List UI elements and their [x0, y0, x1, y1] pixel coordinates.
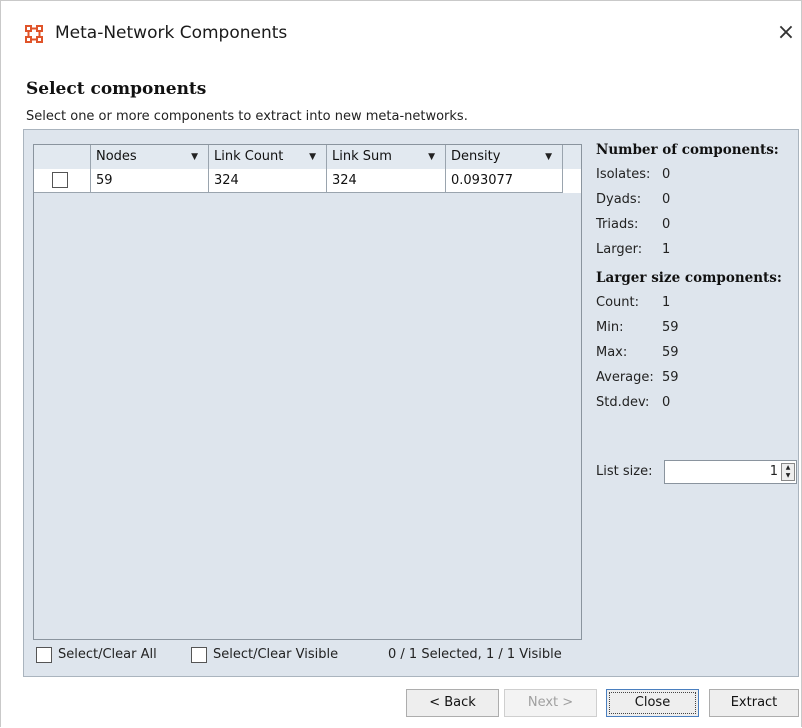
sort-arrow-icon[interactable]: ▼ [309, 145, 316, 169]
back-button[interactable]: < Back [406, 689, 499, 717]
stat-value: 59 [662, 320, 679, 335]
stat-max: Max: 59 [596, 345, 679, 360]
select-all-label[interactable]: Select/Clear All [58, 644, 157, 666]
cell-link-count: 324 [209, 169, 327, 193]
column-header-link-sum[interactable]: Link Sum ▼ [327, 145, 446, 169]
column-header-nodes[interactable]: Nodes ▼ [91, 145, 209, 169]
larger-components-heading: Larger size components: [596, 270, 782, 286]
stat-label: Count: [596, 295, 639, 310]
select-visible-checkbox[interactable] [191, 647, 207, 663]
dialog-window: Meta-Network Components × Select compone… [0, 0, 802, 728]
components-table[interactable]: Nodes ▼ Link Count ▼ Link Sum ▼ Density … [33, 144, 582, 640]
stat-value: 0 [662, 192, 671, 207]
stat-stddev: Std.dev: 0 [596, 395, 670, 410]
stat-label: Triads: [596, 217, 639, 232]
dialog-content: Select components Select one or more com… [1, 65, 801, 685]
title-bar: Meta-Network Components × [1, 1, 801, 65]
components-panel: Nodes ▼ Link Count ▼ Link Sum ▼ Density … [23, 129, 799, 677]
network-grid-icon [25, 25, 43, 43]
column-header-density[interactable]: Density ▼ [446, 145, 563, 169]
close-button[interactable]: Close [606, 689, 699, 717]
list-size-spinner[interactable]: 1 ▲ ▼ [664, 460, 797, 484]
column-header-label: Link Count [214, 149, 284, 164]
stat-average: Average: 59 [596, 370, 679, 385]
page-title: Select components [26, 79, 207, 99]
cell-link-sum: 324 [327, 169, 446, 193]
cell-nodes: 59 [91, 169, 209, 193]
stat-value: 0 [662, 217, 671, 232]
list-size-value[interactable]: 1 [770, 461, 778, 483]
components-heading: Number of components: [596, 142, 779, 158]
cell-density: 0.093077 [446, 169, 563, 193]
list-size-label: List size: [596, 464, 653, 479]
stat-isolates: Isolates: 0 [596, 167, 670, 182]
stat-value: 0 [662, 395, 671, 410]
sort-arrow-icon[interactable]: ▼ [428, 145, 435, 169]
spinner-arrows-icon[interactable]: ▲ ▼ [781, 463, 795, 481]
table-footer: Select/Clear All Select/Clear Visible 0 … [33, 644, 793, 668]
stat-larger: Larger: 1 [596, 242, 670, 257]
extract-button[interactable]: Extract [709, 689, 799, 717]
stat-label: Isolates: [596, 167, 651, 182]
stat-label: Larger: [596, 242, 643, 257]
stat-dyads: Dyads: 0 [596, 192, 670, 207]
page-subtitle: Select one or more components to extract… [26, 109, 468, 124]
column-header-label: Nodes [96, 149, 137, 164]
next-button[interactable]: Next > [504, 689, 597, 717]
select-visible-label[interactable]: Select/Clear Visible [213, 644, 338, 666]
stat-label: Std.dev: [596, 395, 650, 410]
row-select-cell[interactable] [34, 169, 91, 193]
column-header-select[interactable] [34, 145, 91, 169]
stat-label: Average: [596, 370, 654, 385]
column-header-label: Density [451, 149, 501, 164]
column-header-link-count[interactable]: Link Count ▼ [209, 145, 327, 169]
select-all-checkbox[interactable] [36, 647, 52, 663]
button-bar: < Back Next > Close Extract [1, 685, 801, 728]
stat-min: Min: 59 [596, 320, 679, 335]
window-title: Meta-Network Components [55, 23, 288, 43]
stat-value: 1 [662, 242, 671, 257]
stat-value: 1 [662, 295, 671, 310]
selection-status: 0 / 1 Selected, 1 / 1 Visible [388, 647, 562, 662]
stat-triads: Triads: 0 [596, 217, 670, 232]
table-header: Nodes ▼ Link Count ▼ Link Sum ▼ Density … [34, 145, 581, 170]
sort-arrow-icon[interactable]: ▼ [545, 145, 552, 169]
stat-label: Min: [596, 320, 624, 335]
table-row[interactable]: 59 324 324 0.093077 [34, 169, 581, 193]
column-header-label: Link Sum [332, 149, 392, 164]
close-icon[interactable]: × [774, 19, 798, 47]
row-checkbox[interactable] [52, 172, 68, 188]
stat-label: Dyads: [596, 192, 642, 207]
stat-value: 59 [662, 370, 679, 385]
stat-value: 0 [662, 167, 671, 182]
stat-label: Max: [596, 345, 628, 360]
stat-value: 59 [662, 345, 679, 360]
sort-arrow-icon[interactable]: ▼ [191, 145, 198, 169]
stat-count: Count: 1 [596, 295, 670, 310]
